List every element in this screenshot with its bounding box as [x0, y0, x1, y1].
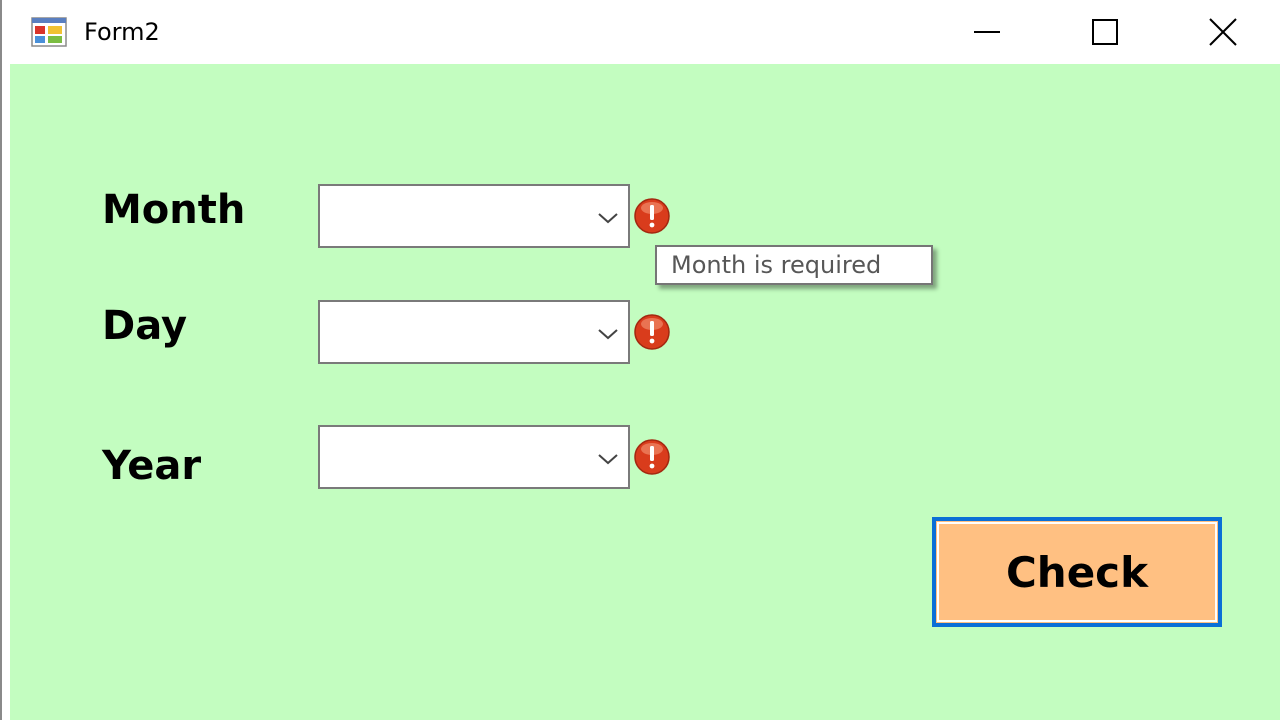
error-icon[interactable] [633, 313, 671, 351]
close-button[interactable] [1164, 0, 1280, 64]
chevron-down-icon[interactable] [596, 322, 620, 346]
year-label: Year [102, 443, 202, 489]
title-bar[interactable]: Form2 [4, 0, 1280, 64]
chevron-down-icon[interactable] [596, 206, 620, 230]
month-combobox[interactable] [318, 184, 630, 248]
month-required-tooltip: Month is required [655, 245, 933, 285]
chevron-down-icon[interactable] [596, 447, 620, 471]
maximize-icon [1092, 19, 1118, 45]
app-icon [31, 17, 67, 47]
month-label: Month [102, 187, 246, 233]
error-icon[interactable] [633, 197, 671, 235]
year-combobox[interactable] [318, 425, 630, 489]
window-title: Form2 [84, 18, 160, 46]
check-button[interactable]: Check [932, 517, 1222, 627]
form2-window: Form2 Month Month is required Day Year C… [0, 0, 1280, 720]
day-combobox[interactable] [318, 300, 630, 364]
close-icon [1209, 18, 1237, 46]
minimize-button[interactable] [928, 0, 1046, 64]
minimize-icon [974, 31, 1000, 33]
day-label: Day [102, 303, 188, 349]
maximize-button[interactable] [1046, 0, 1164, 64]
error-icon[interactable] [633, 438, 671, 476]
